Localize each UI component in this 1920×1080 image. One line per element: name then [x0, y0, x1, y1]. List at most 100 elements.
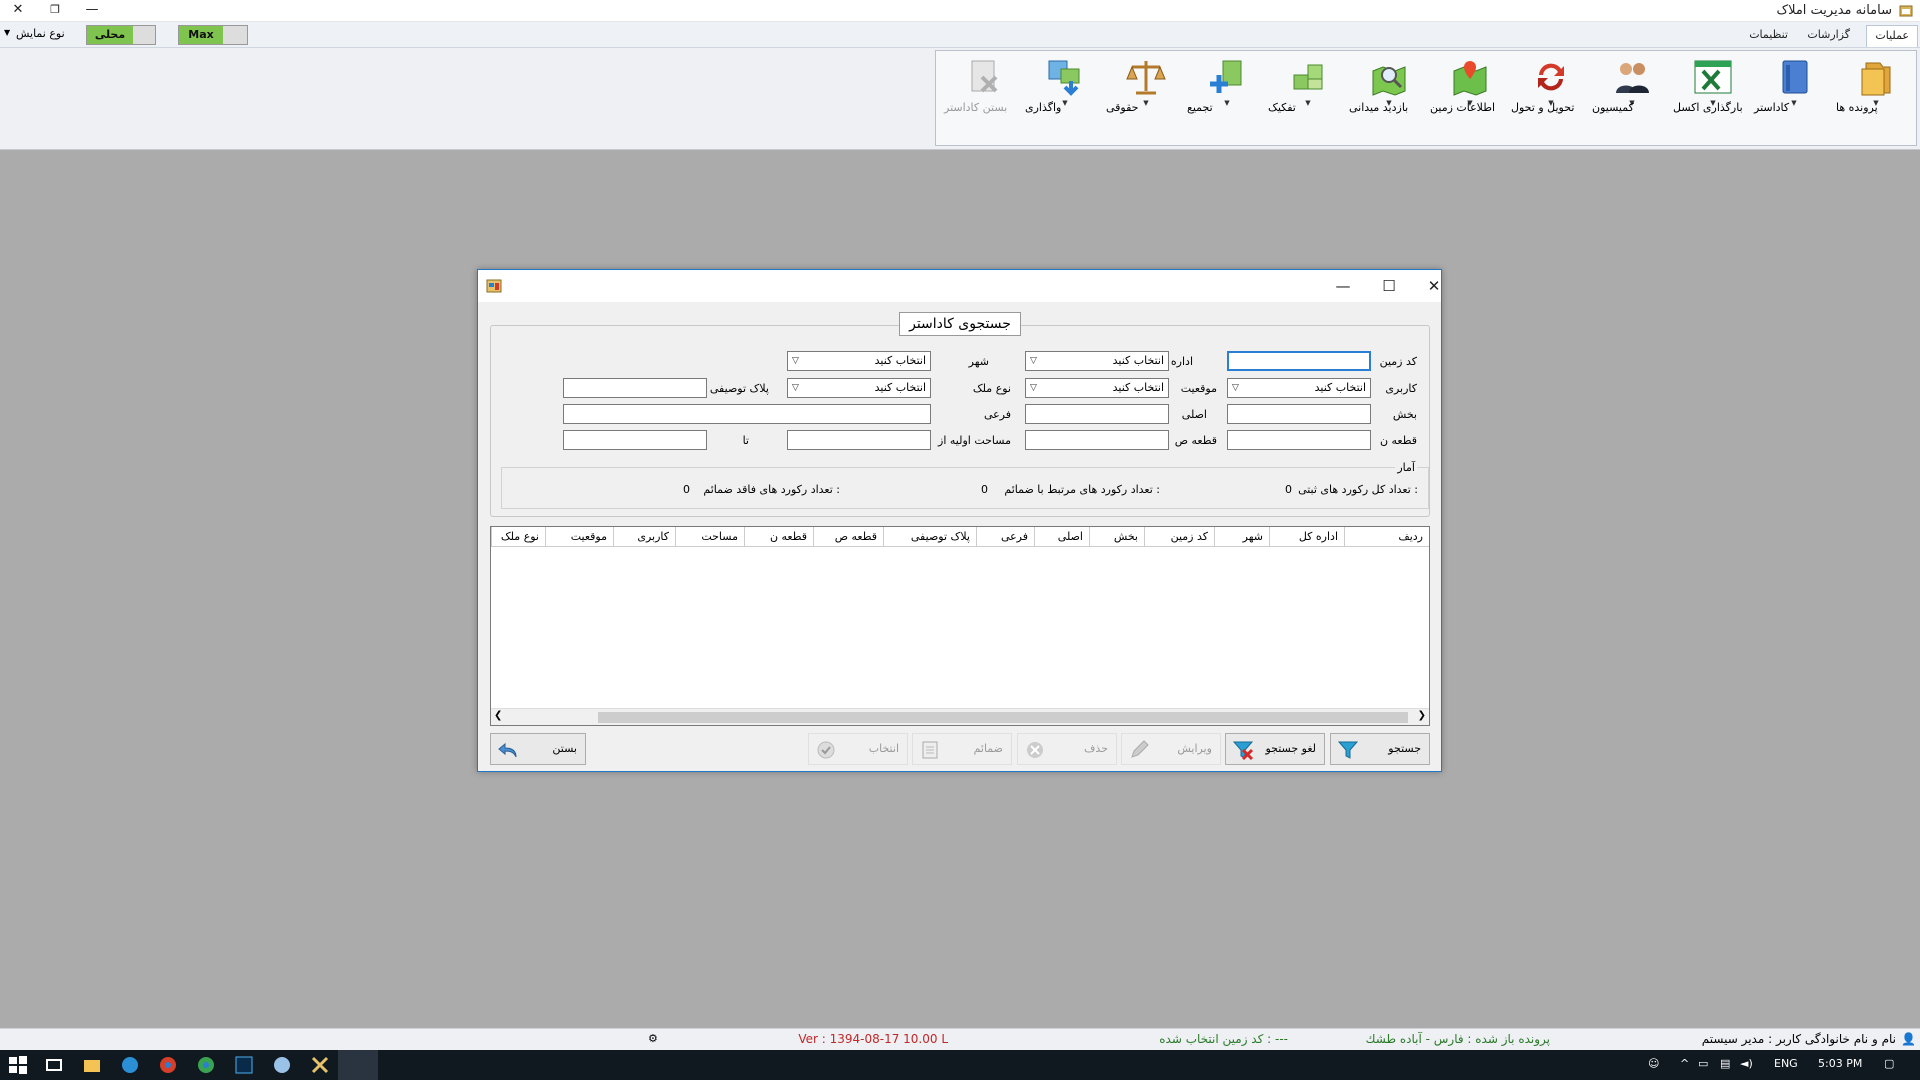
col-piece-n[interactable]: قطعه ن [744, 527, 813, 547]
local-toggle[interactable]: محلی [86, 25, 156, 45]
photoshop-icon[interactable] [234, 1055, 254, 1075]
tools-icon[interactable] [310, 1055, 330, 1075]
ribbon-legal-button[interactable]: حقوقی ▼ [1106, 57, 1186, 145]
col-position[interactable]: موقعیت [545, 527, 613, 547]
tab-settings[interactable]: تنظیمات [1741, 25, 1796, 47]
section-input[interactable] [1227, 404, 1371, 424]
area-from-input[interactable] [787, 430, 931, 450]
col-main[interactable]: اصلی [1034, 527, 1089, 547]
edit-button[interactable]: ویرایش [1121, 733, 1221, 765]
property-type-select[interactable]: ▽ انتخاب کنید [787, 378, 931, 398]
stats-title: آمار [1395, 461, 1417, 474]
chevron-left-icon[interactable]: ❮ [494, 710, 502, 721]
area-to-label: تا [742, 434, 749, 447]
chevron-down-icon: ▽ [792, 383, 799, 393]
battery-icon[interactable]: ▭ [1698, 1057, 1708, 1070]
col-piece-s[interactable]: قطعه ص [813, 527, 883, 547]
ribbon-merge-button[interactable]: تجمیع ▼ [1187, 57, 1267, 145]
people-icon[interactable]: ☺ [1648, 1057, 1659, 1070]
edge-icon[interactable] [120, 1055, 140, 1075]
chevron-down-icon: ▼ [4, 28, 11, 37]
main-input[interactable] [1025, 404, 1169, 424]
task-view-icon[interactable] [44, 1055, 64, 1075]
ribbon-field-visit-button[interactable]: بازدید میدانی ▼ [1349, 57, 1429, 145]
ribbon-handover-button[interactable]: تحویل و تحول ▼ [1511, 57, 1591, 145]
ribbon-cadastre-button[interactable]: کاداستر ▼ [1754, 57, 1834, 145]
attachment-icon [922, 741, 938, 759]
ribbon-split-button[interactable]: تفکیک ▼ [1268, 57, 1348, 145]
refresh-icon [1538, 63, 1564, 91]
section-label: بخش [1392, 408, 1417, 421]
language-indicator[interactable]: ENG [1774, 1057, 1798, 1070]
chevron-right-icon[interactable]: ❯ [1418, 710, 1426, 721]
display-type-menu[interactable]: نوع نمایش [16, 27, 65, 40]
land-code-input[interactable] [1227, 351, 1371, 371]
close-button[interactable]: بستن [490, 733, 586, 765]
col-desc-plate[interactable]: پلاک توصیفی [883, 527, 976, 547]
chevron-up-icon[interactable]: ^ [1680, 1057, 1689, 1070]
select-button[interactable]: انتخاب [808, 733, 908, 765]
ribbon-transfer-button[interactable]: واگذاری ▼ [1025, 57, 1105, 145]
notifications-icon[interactable]: ▢ [1884, 1057, 1894, 1070]
position-select[interactable]: ▽ انتخاب کنید [1025, 378, 1169, 398]
col-property-type[interactable]: نوع ملک [491, 527, 545, 547]
chrome-icon[interactable] [158, 1055, 178, 1075]
delete-button[interactable]: حذف [1017, 733, 1117, 765]
tab-reports[interactable]: گزارشات [1799, 25, 1858, 47]
piece-s-input[interactable] [1025, 430, 1169, 450]
results-grid[interactable]: ردیف اداره کل شهر کد زمین بخش اصلی فرعی … [490, 526, 1430, 726]
active-app-tab[interactable] [338, 1050, 378, 1080]
attachments-button[interactable]: ضمائم [912, 733, 1012, 765]
chrome-icon[interactable] [196, 1055, 216, 1075]
col-land-code[interactable]: کد زمین [1144, 527, 1214, 547]
volume-icon[interactable]: ◄) [1740, 1057, 1753, 1070]
city-label: شهر [968, 355, 989, 368]
usage-select[interactable]: ▽ انتخاب کنید [1227, 378, 1371, 398]
split-icon [1293, 64, 1323, 90]
windows-start-icon[interactable] [8, 1055, 28, 1075]
grid-hscrollbar[interactable]: ❮ ❯ [491, 708, 1429, 725]
file-explorer-icon[interactable] [82, 1055, 102, 1075]
dialog-minimize-button[interactable]: — [1328, 276, 1358, 296]
dialog-close-button[interactable]: ✕ [1419, 276, 1449, 296]
col-city[interactable]: شهر [1214, 527, 1269, 547]
cancel-search-button[interactable]: لغو جستجو [1225, 733, 1325, 765]
ribbon-commission-button[interactable]: کمیسیون ▼ [1592, 57, 1672, 145]
col-sub[interactable]: فرعی [976, 527, 1034, 547]
tab-operations[interactable]: عملیات [1866, 25, 1918, 47]
clock[interactable]: 5:03 PM [1818, 1057, 1862, 1070]
col-section[interactable]: بخش [1089, 527, 1144, 547]
search-button[interactable]: جستجو [1330, 733, 1430, 765]
minimize-button[interactable]: — [82, 1, 102, 19]
col-area[interactable]: مساحت [675, 527, 744, 547]
ribbon-land-info-button[interactable]: اطلاعات زمین ▼ [1430, 57, 1510, 145]
area-to-input[interactable] [563, 430, 707, 450]
group-title: جستجوی کاداستر [899, 312, 1021, 336]
restore-button[interactable]: ❐ [45, 1, 65, 19]
ribbon-files-button[interactable]: پرونده ها ▼ [1836, 57, 1916, 145]
col-row[interactable]: ردیف [1344, 527, 1429, 547]
piece-n-label: قطعه ن [1379, 434, 1417, 447]
total-records-value: 0 [1285, 483, 1292, 496]
max-toggle[interactable]: Max [178, 25, 248, 45]
general-office-select[interactable]: ▽ انتخاب کنید [1025, 351, 1169, 371]
dialog-maximize-button[interactable]: ☐ [1374, 276, 1404, 296]
main-label: اصلی [1181, 408, 1207, 421]
col-general-office[interactable]: اداره کل [1269, 527, 1344, 547]
close-button[interactable]: ✕ [8, 1, 28, 19]
scroll-thumb[interactable] [598, 712, 1408, 723]
col-usage[interactable]: کاربری [613, 527, 675, 547]
ribbon-close-cadastre-button[interactable]: بستن کاداستر [944, 57, 1024, 145]
desc-plate-label: پلاک توصیفی [709, 382, 769, 395]
opened-file-status: پرونده باز شده : فارس - آباده طشك [1365, 1032, 1550, 1046]
network-icon[interactable]: ▤ [1720, 1057, 1730, 1070]
desc-plate-input[interactable] [563, 378, 707, 398]
city-select[interactable]: ▽ انتخاب کنید [787, 351, 931, 371]
piece-n-input[interactable] [1227, 430, 1371, 450]
browser-icon[interactable] [272, 1055, 292, 1075]
sub-input[interactable] [563, 404, 931, 424]
scales-icon [1126, 61, 1166, 95]
pencil-icon [1131, 740, 1149, 758]
nolink-records-value: 0 [683, 483, 690, 496]
ribbon-excel-upload-button[interactable]: بارگذاری اکسل ▼ [1673, 57, 1753, 145]
